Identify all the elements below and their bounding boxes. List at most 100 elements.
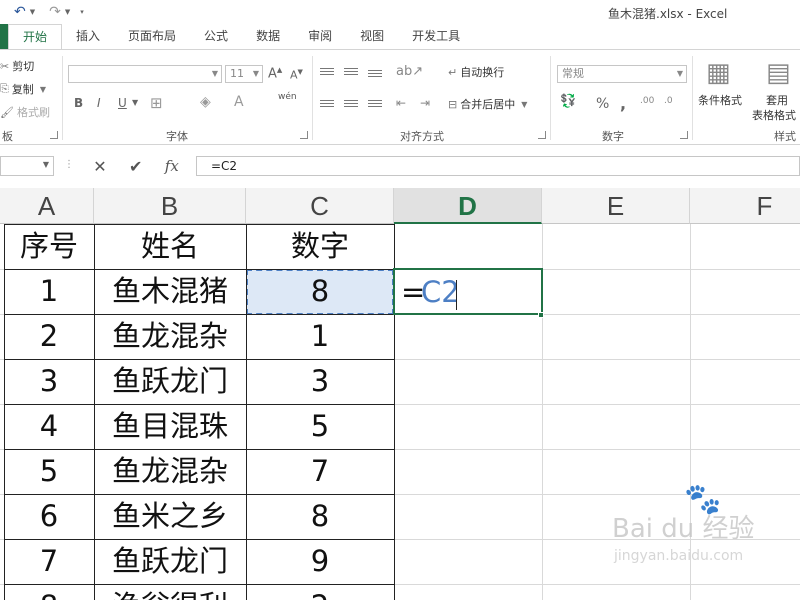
table-format-label-2: 表格格式 [752, 109, 796, 122]
table-cell[interactable]: 2 [246, 584, 394, 600]
active-cell-d2[interactable]: = C2 [393, 268, 543, 315]
table-cell[interactable]: 鱼木混猪 [94, 269, 246, 314]
italic-button[interactable]: I [97, 96, 101, 110]
table-cell[interactable]: 8 [246, 269, 394, 314]
table-cell[interactable]: 渔翁得利 [94, 584, 246, 600]
align-top-icon[interactable] [320, 68, 334, 78]
align-bottom-icon[interactable] [368, 70, 382, 80]
decrease-decimal-icon[interactable]: .0 [664, 96, 673, 106]
table-cell[interactable]: 鱼龙混杂 [94, 314, 246, 359]
tab-home[interactable]: 开始 [8, 24, 63, 49]
table-cell[interactable]: 3 [4, 359, 94, 404]
borders-icon[interactable]: ⊞ [150, 94, 163, 112]
column-header-b[interactable]: B [94, 188, 246, 224]
phonetic-button[interactable]: wén [278, 92, 297, 102]
enter-icon[interactable]: ✔ [129, 157, 142, 176]
copy-icon: ⎘ [0, 82, 9, 95]
table-cell[interactable]: 2 [4, 314, 94, 359]
increase-indent-icon[interactable]: ⇥ [420, 96, 430, 110]
copy-button[interactable]: ⎘ 复制 ▼ [0, 81, 49, 97]
align-middle-icon[interactable] [344, 68, 358, 78]
decrease-indent-icon[interactable]: ⇤ [396, 96, 406, 110]
align-right-icon[interactable] [368, 100, 382, 110]
table-cell[interactable]: 3 [246, 359, 394, 404]
font-size-combo[interactable]: 11 ▼ [225, 65, 263, 83]
underline-dropdown-icon[interactable]: ▼ [132, 98, 138, 107]
conditional-format-button[interactable]: 条件格式 [698, 92, 742, 108]
quick-access-toolbar: ↶ ▼ ↷ ▼ ▾ [0, 0, 84, 24]
fill-handle[interactable] [538, 312, 544, 318]
table-format-icon[interactable]: ▤ [766, 58, 791, 88]
worksheet-grid[interactable]: A B C D E F 序号 姓名 数字 1 鱼木混猪 8 2 鱼龙混杂 1 3… [0, 188, 800, 600]
table-cell[interactable]: 4 [4, 404, 94, 449]
table-cell[interactable]: 8 [246, 494, 394, 539]
tab-page-layout[interactable]: 页面布局 [114, 24, 190, 49]
file-tab[interactable] [0, 24, 8, 49]
group-divider [550, 56, 551, 140]
percent-button[interactable]: % [596, 96, 609, 112]
insert-function-icon[interactable]: fx [165, 157, 179, 175]
column-header-c[interactable]: C [246, 188, 394, 224]
tab-view[interactable]: 视图 [346, 24, 398, 49]
table-cell[interactable]: 9 [246, 539, 394, 584]
table-cell[interactable]: 1 [246, 314, 394, 359]
font-launcher-icon[interactable] [300, 131, 308, 139]
table-cell[interactable]: 鱼目混珠 [94, 404, 246, 449]
format-painter-button[interactable]: 🖌 格式刷 [0, 104, 50, 120]
column-header-d[interactable]: D [394, 188, 542, 224]
table-cell[interactable]: 鱼龙混杂 [94, 449, 246, 494]
tab-formulas[interactable]: 公式 [190, 24, 242, 49]
shrink-font-icon[interactable]: A▼ [290, 68, 303, 82]
table-format-button[interactable]: 套用 [766, 92, 788, 108]
tab-insert[interactable]: 插入 [62, 24, 114, 49]
accounting-format-icon[interactable]: 💱 [560, 94, 576, 109]
table-cell[interactable]: 5 [246, 404, 394, 449]
alignment-launcher-icon[interactable] [538, 131, 546, 139]
table-cell[interactable]: 鱼跃龙门 [94, 539, 246, 584]
table-cell[interactable]: 7 [246, 449, 394, 494]
table-cell[interactable]: 鱼跃龙门 [94, 359, 246, 404]
wrap-text-button[interactable]: ↵ 自动换行 [448, 64, 504, 80]
cancel-icon[interactable]: ✕ [93, 157, 106, 176]
table-cell[interactable]: 8 [4, 584, 94, 600]
table-cell[interactable]: 5 [4, 449, 94, 494]
cut-button[interactable]: ✂ 剪切 [0, 58, 34, 74]
name-box[interactable]: ▼ [0, 156, 54, 176]
clipboard-launcher-icon[interactable] [50, 131, 58, 139]
align-center-icon[interactable] [344, 100, 358, 110]
undo-dropdown-icon[interactable]: ▼ [30, 8, 35, 16]
bold-button[interactable]: B [74, 96, 83, 110]
header-cell-index[interactable]: 序号 [4, 224, 94, 269]
table-cell[interactable]: 6 [4, 494, 94, 539]
tab-data[interactable]: 数据 [242, 24, 294, 49]
column-header-e[interactable]: E [542, 188, 690, 224]
font-name-combo[interactable]: ▼ [68, 65, 222, 83]
font-color-icon[interactable]: A [234, 94, 244, 110]
grow-font-icon[interactable]: A▲ [268, 66, 282, 81]
table-cell[interactable]: 7 [4, 539, 94, 584]
conditional-format-icon[interactable]: ▦ [706, 58, 731, 88]
column-header-a[interactable]: A [0, 188, 94, 224]
undo-icon[interactable]: ↶ [14, 4, 26, 20]
table-cell[interactable]: 鱼米之乡 [94, 494, 246, 539]
tab-review[interactable]: 审阅 [294, 24, 346, 49]
tab-developer[interactable]: 开发工具 [398, 24, 474, 49]
increase-decimal-icon[interactable]: .00 [640, 96, 654, 106]
number-format-combo[interactable]: 常规 ▼ [557, 65, 687, 83]
table-cell[interactable]: 1 [4, 269, 94, 314]
comma-button[interactable]: , [620, 94, 626, 113]
header-cell-number[interactable]: 数字 [246, 224, 394, 269]
column-header-f[interactable]: F [690, 188, 800, 224]
number-launcher-icon[interactable] [680, 131, 688, 139]
header-cell-name[interactable]: 姓名 [94, 224, 246, 269]
redo-dropdown-icon[interactable]: ▼ [65, 8, 70, 16]
formula-input[interactable]: =C2 [196, 156, 800, 176]
merge-center-button[interactable]: ⊟ 合并后居中 ▼ [448, 96, 530, 112]
align-left-icon[interactable] [320, 100, 334, 110]
underline-button[interactable]: U [118, 96, 127, 110]
redo-icon[interactable]: ↷ [49, 4, 61, 20]
fill-color-icon[interactable]: ◈ [200, 94, 211, 110]
font-group-label: 字体 [166, 130, 188, 143]
orientation-icon[interactable]: ab↗ [396, 64, 423, 79]
customize-qat-icon[interactable]: ▾ [80, 8, 84, 16]
